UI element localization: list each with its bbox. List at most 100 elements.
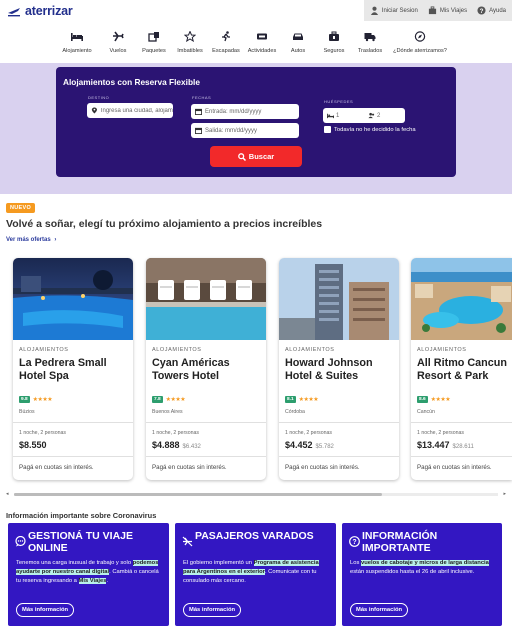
hotel-name-line2: Resort & Park [417,370,489,382]
card-category: ALOJAMIENTOS [285,347,335,353]
hotel-name-line2: Towers Hotel [152,370,219,382]
my-trips-link[interactable]: Mis Viajes [428,6,467,15]
installments-text: Pagá en cuotas sin interés. [19,464,94,471]
stars-icon: ★★★★ [32,397,53,403]
scroll-thumb[interactable] [14,493,382,496]
nav-actividades[interactable]: Actividades [244,28,280,62]
checkout-input[interactable]: Salida: mm/dd/yyyy [191,123,299,138]
body-text: Los [350,560,361,566]
body-text: Tenemos una carga inusual de trabajo y s… [16,560,133,566]
chevron-right-icon: › [54,237,57,243]
chat-icon [15,536,26,547]
card-category: ALOJAMIENTOS [417,347,467,353]
destination-input[interactable]: Ingresá una ciudad, alojamiento o punto … [87,103,173,118]
scroll-left-icon[interactable]: ◂ [6,491,9,497]
hotel-name-line1: La Pedrera Small [19,357,107,369]
svg-text:?: ? [480,8,484,15]
hotel-name[interactable]: La Pedrera Small Hotel Spa [19,357,131,383]
guests-selector[interactable]: 1 2 [323,108,405,123]
logo[interactable]: aterrizar [7,4,73,18]
package-icon [148,32,159,42]
calendar-icon [195,127,202,134]
calendar-icon [195,108,202,115]
hotel-rating: 7.8 ★★★★ [152,396,186,403]
nav-seguros[interactable]: Seguros [316,28,352,62]
hotel-name-line1: Cyan Américas [152,357,230,369]
body-text: . [106,578,109,585]
divider [13,422,133,423]
hotel-photo [411,258,512,340]
bed-icon [71,33,83,41]
top-bar: aterrizar Iniciar Sesion Mis Viajes ? Ay… [0,0,512,22]
hotel-name[interactable]: Cyan Américas Towers Hotel [152,357,264,383]
my-trips-label: Mis Viajes [439,7,468,14]
price: $8.550 [19,440,50,450]
highlight-text[interactable]: vuelos de cabotaje y micros de larga dis… [360,560,489,566]
more-info-button[interactable]: Más información [183,603,242,617]
covid-card: ? INFORMACIÓN IMPORTANTE Los vuelos de c… [342,523,502,626]
hotel-name[interactable]: All Ritmo Cancun Resort & Park [417,357,512,383]
covid-card-body: Tenemos una carga inusual de trabajo y s… [16,559,162,587]
hotel-card[interactable]: ALOJAMIENTOS Cyan Américas Towers Hotel … [146,258,266,480]
card-category: ALOJAMIENTOS [19,347,69,353]
carousel-scrollbar[interactable]: ◂ ▸ [6,491,506,497]
nav-donde-aterrizamos[interactable]: ¿Dónde aterrizamos? [388,28,452,62]
plane-icon [113,31,124,42]
no-date-checkbox[interactable]: Todavía no he decidido la fecha [324,126,416,133]
covid-card-title: PASAJEROS VARADOS [195,530,314,542]
destination-placeholder: Ingresá una ciudad, alojamiento o punto … [100,107,173,114]
logo-text: aterrizar [25,4,73,18]
more-info-button[interactable]: Más información [16,603,75,617]
hotel-card[interactable]: ALOJAMIENTOS Howard Johnson Hotel & Suit… [279,258,399,480]
nav-vuelos[interactable]: Vuelos [100,28,136,62]
stars-icon: ★★★★ [165,397,186,403]
covid-card-title: GESTIONÁ TU VIAJE ONLINE [28,530,134,554]
fechas-label: FECHAS [192,95,212,100]
star-icon [184,31,196,42]
nav-label: Alojamiento [62,48,92,54]
help-link[interactable]: ? Ayuda [477,6,506,15]
hotel-card[interactable]: ALOJAMIENTOS All Ritmo Cancun Resort & P… [411,258,512,480]
user-icon [370,6,378,15]
search-button[interactable]: Buscar [210,146,302,167]
nav-label: Traslados [357,48,383,54]
my-trips-highlight[interactable]: Mis Viajes [78,578,107,585]
checkin-input[interactable]: Entrada: mm/dd/yyyy [191,104,299,119]
nav-autos[interactable]: Autos [280,28,316,62]
search-icon [237,152,246,161]
nights-info: 1 noche, 2 personas [152,430,200,436]
help-label: Ayuda [489,7,506,14]
login-link[interactable]: Iniciar Sesion [370,6,418,15]
nav-imbatibles[interactable]: Imbatibles [172,28,208,62]
nav-label: Imbatibles [177,48,203,54]
login-label: Iniciar Sesion [381,7,418,14]
nav-escapadas[interactable]: Escapadas [208,28,244,62]
hotel-photo [146,258,266,340]
rating-score: 7.8 [152,396,163,403]
rooms-count: 1 [336,112,340,119]
covid-card-body: Los vuelos de cabotaje y micros de larga… [350,559,496,577]
nav-alojamiento[interactable]: Alojamiento [54,28,100,62]
search-title: Alojamientos con Reserva Flexible [63,77,200,87]
checkbox-box[interactable] [324,126,331,133]
nav-paquetes[interactable]: Paquetes [136,28,172,62]
more-info-button[interactable]: Más información [350,603,409,617]
no-flight-icon [182,536,193,547]
more-offers-link[interactable]: Ver más ofertas › [6,237,56,243]
nav-label: Actividades [247,48,277,54]
hotel-card[interactable]: ALOJAMIENTOS La Pedrera Small Hotel Spa … [13,258,133,480]
search-button-label: Buscar [248,152,275,161]
hotel-name[interactable]: Howard Johnson Hotel & Suites [285,357,397,383]
nav-label: ¿Dónde aterrizamos? [393,48,447,54]
nav-traslados[interactable]: Traslados [352,28,388,62]
current-price: $8.550 [19,440,47,450]
nav-label: Seguros [323,48,345,54]
logo-plane-icon [8,7,20,16]
current-price: $4.888 [152,440,180,450]
briefcase-icon [329,31,339,41]
price: $13.447 $28.611 [417,440,474,450]
scroll-right-icon[interactable]: ▸ [503,491,506,497]
hotel-name-line1: All Ritmo Cancun [417,357,507,369]
rating-score: 8.1 [285,396,296,403]
nav-label: Autos [290,48,306,54]
